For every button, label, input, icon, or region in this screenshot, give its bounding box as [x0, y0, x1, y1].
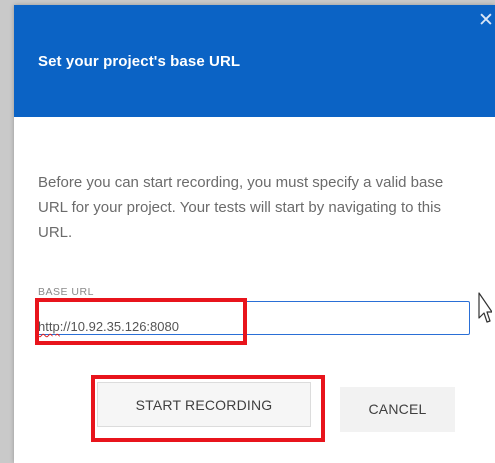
dialog-title: Set your project's base URL: [38, 53, 241, 70]
mouse-cursor-icon: [478, 292, 492, 323]
dialog-header: Set your project's base URL: [14, 5, 495, 117]
url-highlight-box: [35, 298, 247, 345]
start-button-highlight-box: [91, 375, 325, 442]
base-url-label: BASE URL: [38, 286, 94, 298]
cancel-button[interactable]: CANCEL: [340, 387, 455, 432]
dialog-description: Before you can start recording, you must…: [38, 174, 444, 241]
close-icon[interactable]: ✕: [477, 11, 495, 30]
